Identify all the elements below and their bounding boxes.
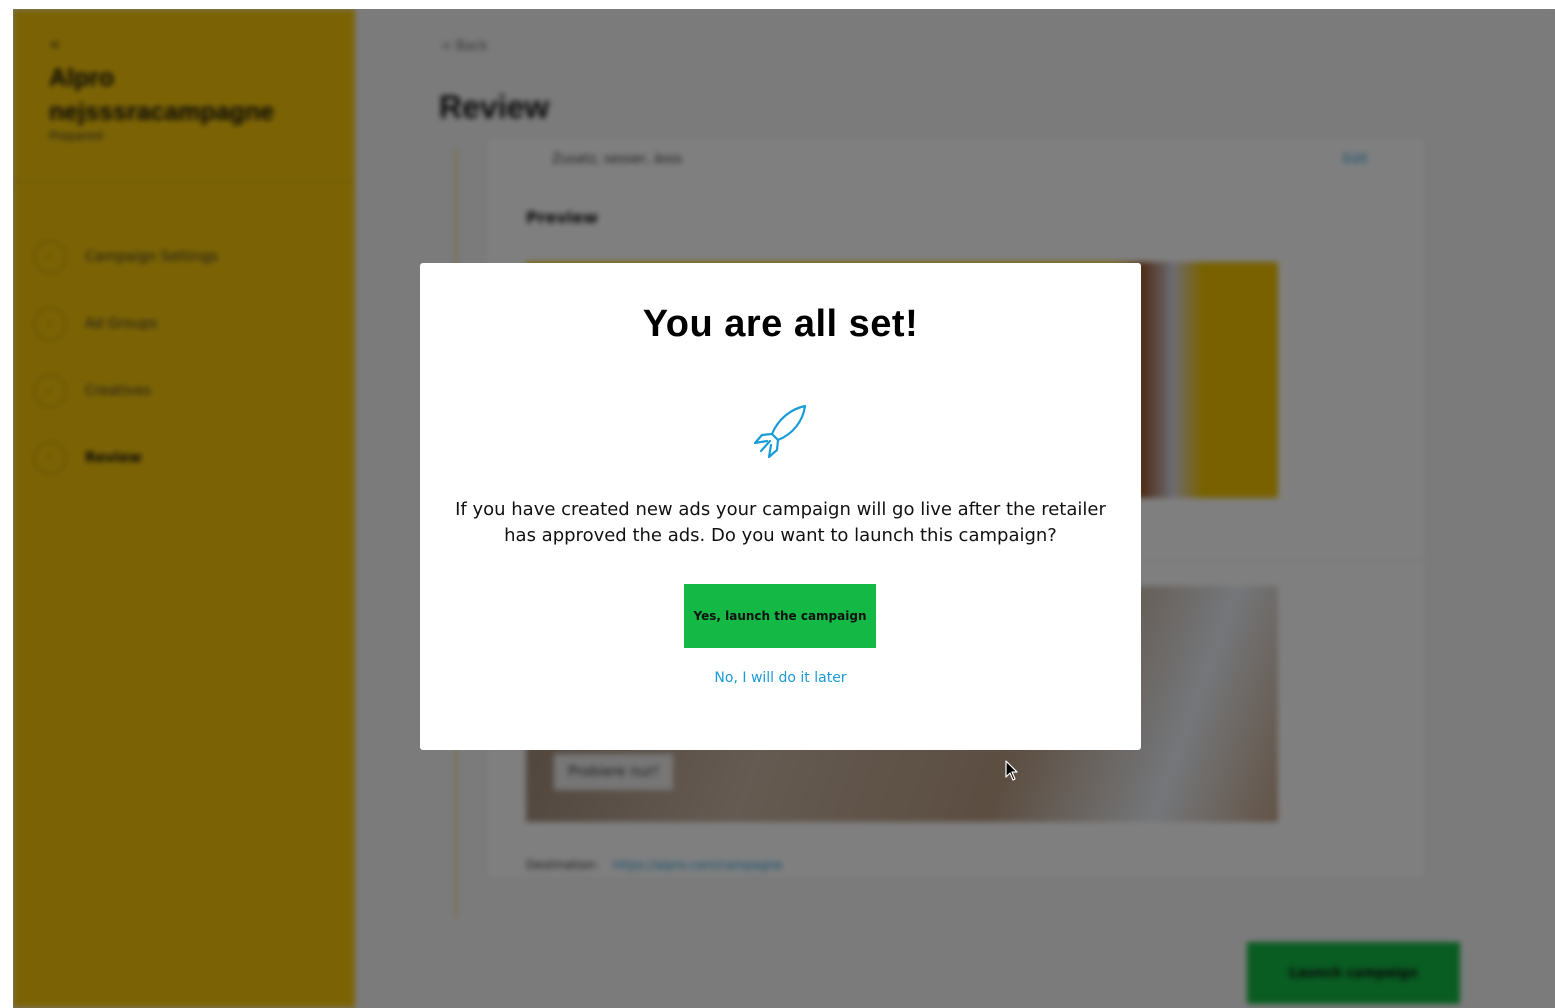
mouse-cursor-icon (1005, 760, 1018, 781)
dialog-title: You are all set! (642, 303, 919, 345)
confirm-launch-button[interactable]: Yes, launch the campaign (684, 584, 876, 648)
rocket-icon (753, 404, 807, 459)
launch-confirmation-dialog: You are all set! If you have created new… (420, 263, 1141, 750)
cancel-link[interactable]: No, I will do it later (420, 670, 1141, 686)
dialog-message: If you have created new ads your campaig… (455, 499, 1106, 546)
